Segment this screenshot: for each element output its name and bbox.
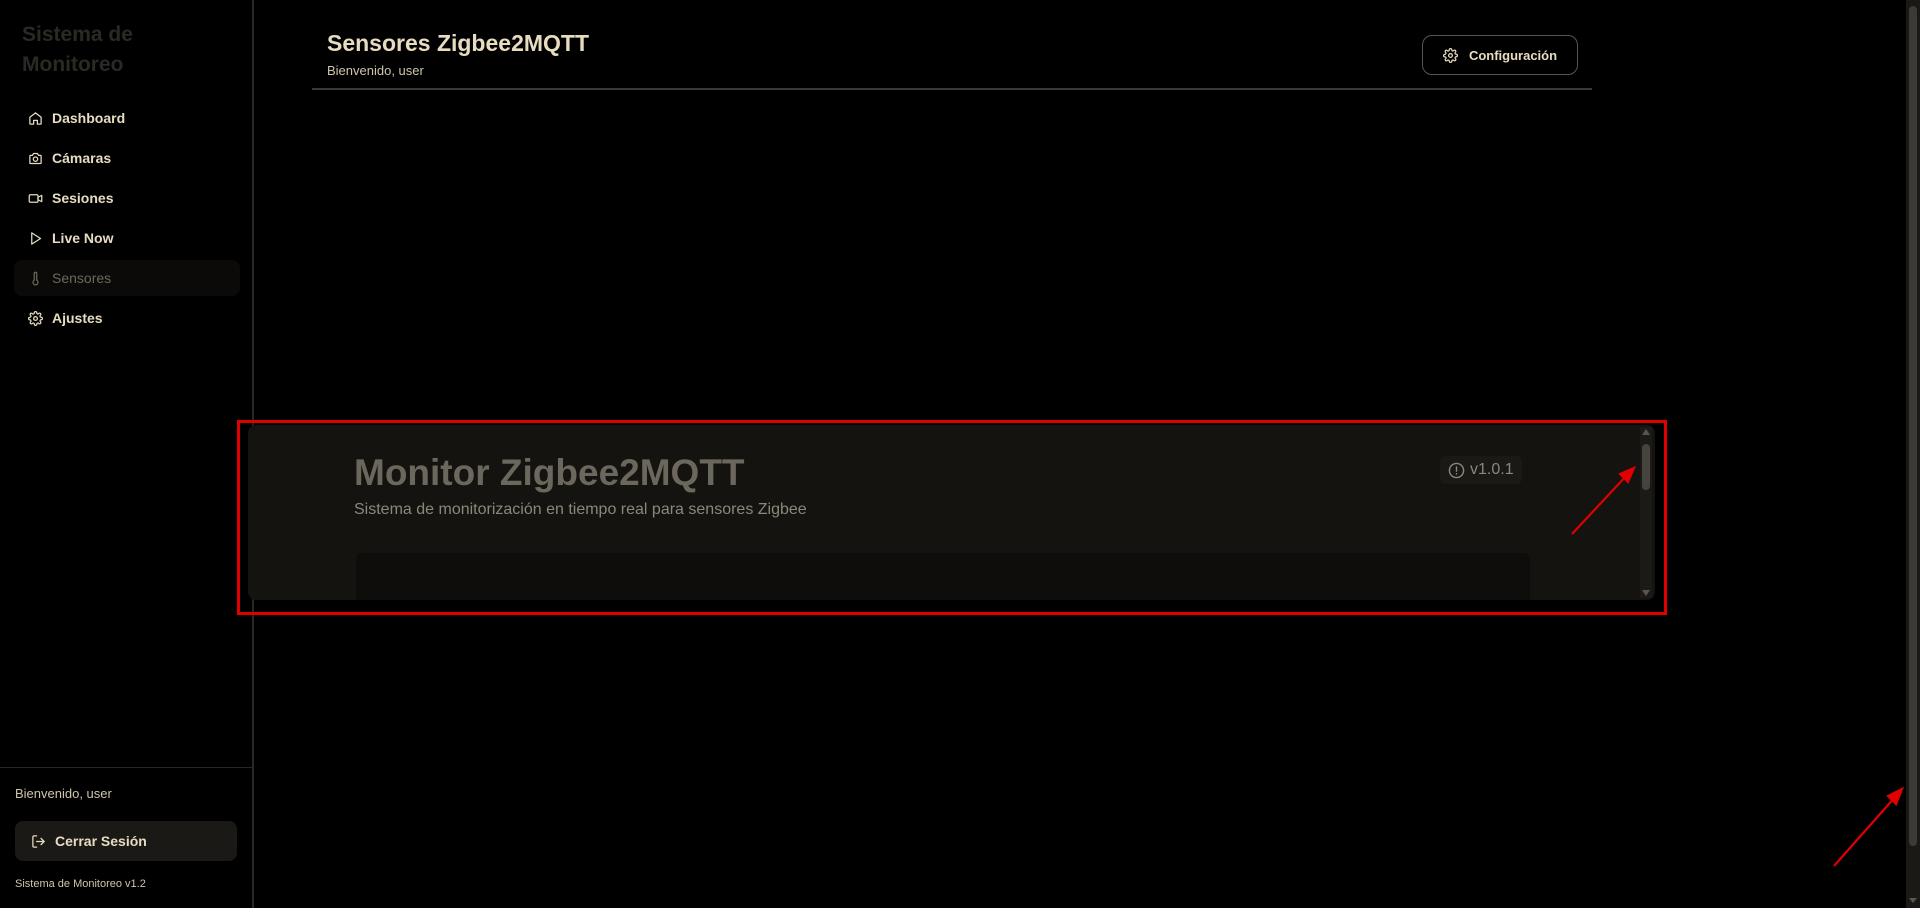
sidebar-item-label: Cámaras xyxy=(52,150,112,166)
logout-icon xyxy=(32,834,45,848)
sidebar-item-label: Sesiones xyxy=(52,190,114,206)
sidebar: Sistema de Monitoreo Dashboard Cámaras S… xyxy=(0,0,254,908)
home-icon xyxy=(27,110,43,126)
embedded-scrollbar-thumb[interactable] xyxy=(1642,444,1650,490)
play-icon xyxy=(27,230,43,246)
sidebar-nav: Dashboard Cámaras Sesiones Live Now Sens… xyxy=(14,100,240,340)
config-button[interactable]: Configuración xyxy=(1422,35,1578,75)
version-label: v1.0.1 xyxy=(1470,461,1514,478)
sidebar-footer: Bienvenido, user Cerrar Sesión Sistema d… xyxy=(0,767,252,890)
brand-title: Sistema de Monitoreo xyxy=(22,23,133,76)
scroll-up-icon[interactable] xyxy=(1642,429,1650,435)
logout-button[interactable]: Cerrar Sesión xyxy=(15,821,237,861)
annotation-arrow-icon xyxy=(1833,786,1905,867)
page-scrollbar-thumb[interactable] xyxy=(1909,6,1917,846)
sidebar-item-label: Live Now xyxy=(52,230,114,246)
page-title: Sensores Zigbee2MQTT xyxy=(327,30,590,56)
sidebar-item-sensores[interactable]: Sensores xyxy=(14,260,240,296)
sidebar-item-ajustes[interactable]: Ajustes xyxy=(14,300,240,336)
gear-icon xyxy=(1442,47,1458,63)
monitor-description: Sistema de monitorización en tiempo real… xyxy=(354,501,807,518)
sidebar-item-label: Sensores xyxy=(52,270,112,286)
sidebar-item-label: Dashboard xyxy=(52,110,126,126)
page-header: Sensores Zigbee2MQTT Bienvenido, user Co… xyxy=(312,30,1592,90)
monitor-title: Monitor Zigbee2MQTT xyxy=(354,452,745,493)
embedded-monitor-panel[interactable]: Monitor Zigbee2MQTT Sistema de monitoriz… xyxy=(248,425,1655,600)
config-button-label: Configuración xyxy=(1468,47,1558,63)
version-badge: v1.0.1 xyxy=(1440,456,1522,484)
thermometer-icon xyxy=(27,270,43,286)
scroll-down-icon[interactable] xyxy=(1642,590,1650,596)
scroll-down-icon[interactable] xyxy=(1909,898,1917,903)
sidebar-item-label: Ajustes xyxy=(52,310,103,326)
info-icon xyxy=(1448,462,1465,478)
embedded-content-card xyxy=(356,553,1530,600)
sidebar-item-camaras[interactable]: Cámaras xyxy=(14,140,240,176)
sidebar-item-live-now[interactable]: Live Now xyxy=(14,220,240,256)
sidebar-item-sesiones[interactable]: Sesiones xyxy=(14,180,240,216)
gear-icon xyxy=(27,310,43,326)
page-scrollbar[interactable] xyxy=(1906,0,1920,908)
embedded-scrollbar[interactable] xyxy=(1640,427,1652,598)
video-icon xyxy=(27,190,43,206)
logout-label: Cerrar Sesión xyxy=(55,833,147,849)
page-subtitle: Bienvenido, user xyxy=(327,63,424,78)
sidebar-welcome-text: Bienvenido, user xyxy=(15,786,112,801)
sidebar-item-dashboard[interactable]: Dashboard xyxy=(14,100,240,136)
camera-icon xyxy=(27,150,43,166)
app-version-text: Sistema de Monitoreo v1.2 xyxy=(15,878,146,890)
